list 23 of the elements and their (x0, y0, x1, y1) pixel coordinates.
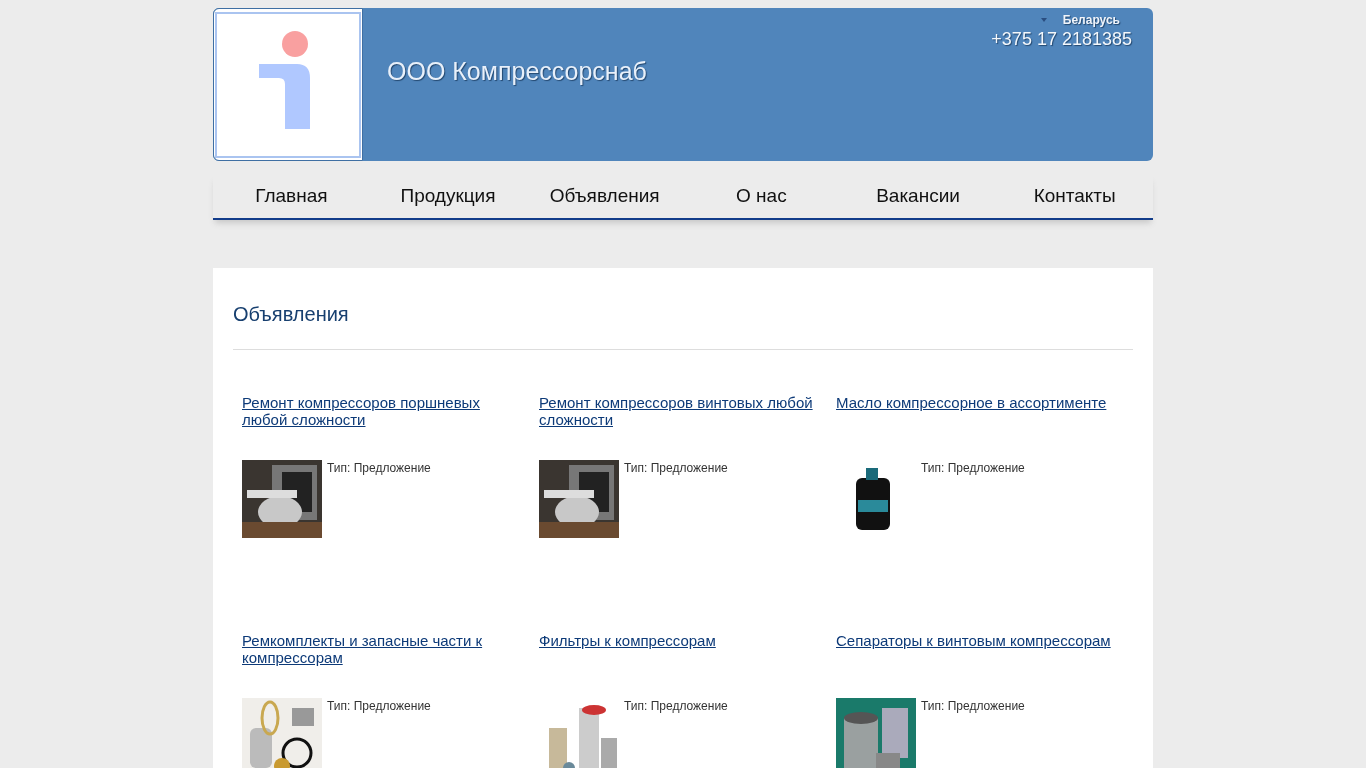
nav-link[interactable]: Контакты (996, 175, 1154, 218)
region-selector[interactable]: Беларусь (1062, 13, 1120, 27)
nav-link[interactable]: О нас (683, 175, 840, 218)
ad-title-link[interactable]: Сепараторы к винтовым компрессорам (836, 632, 1133, 698)
ad-type: Тип: Предложение (624, 699, 728, 713)
nav-link[interactable]: Объявления (526, 175, 683, 218)
ad-type: Тип: Предложение (327, 461, 431, 475)
nav-link[interactable]: Вакансии (839, 175, 997, 218)
ad-title-link[interactable]: Фильтры к компрессорам (539, 632, 836, 698)
ad-title-link[interactable]: Ремонт компрессоров поршневых любой сложности (242, 394, 539, 460)
page-title: Объявления (233, 303, 350, 327)
nav-link[interactable]: Главная (213, 175, 370, 218)
ad-type: Тип: Предложение (327, 699, 431, 713)
nav-link[interactable]: Продукция (369, 175, 527, 218)
ad-title-link[interactable]: Масло компрессорное в ассортименте (836, 394, 1133, 460)
ad-title-link[interactable]: Ремонт компрессоров винтовых любой сложности (539, 394, 836, 460)
logo-icon[interactable] (213, 8, 363, 161)
ad-type: Тип: Предложение (921, 461, 1025, 475)
ad-type: Тип: Предложение (624, 461, 728, 475)
company-name: ООО Компрессорснаб (387, 57, 647, 87)
ad-title-link[interactable]: Ремкомплекты и запасные части к компрессорам (242, 632, 539, 698)
ad-type: Тип: Предложение (921, 699, 1025, 713)
phone-number: +375 17 2181385 (991, 29, 1132, 50)
